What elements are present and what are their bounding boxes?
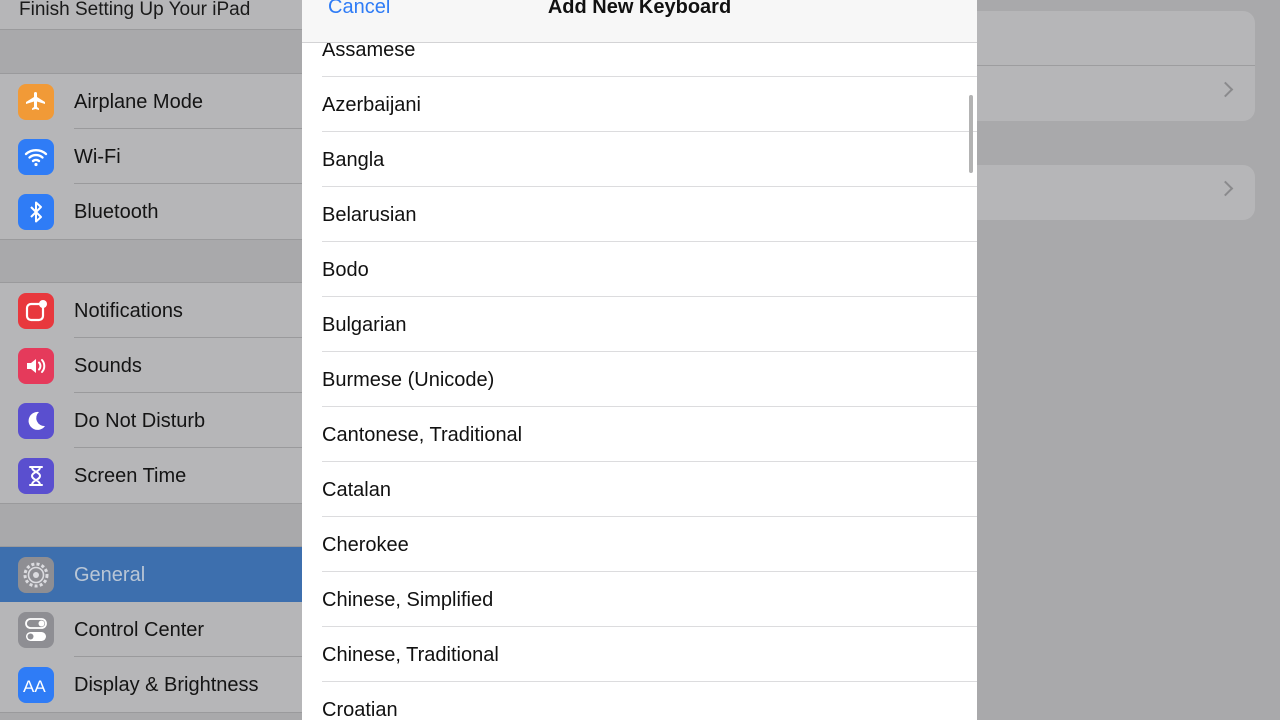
airplane-icon (18, 84, 54, 120)
language-label: Bulgarian (322, 314, 407, 336)
language-row[interactable]: Bulgarian (302, 297, 977, 352)
sounds-icon (18, 348, 54, 384)
chevron-right-icon (1217, 180, 1234, 197)
sidebar-item-general[interactable]: General (0, 547, 302, 602)
language-row[interactable]: Cherokee (302, 517, 977, 572)
language-label: Bodo (322, 259, 369, 281)
sidebar-item-do-not-disturb[interactable]: Do Not Disturb (0, 393, 302, 448)
sidebar-item-control-center[interactable]: Control Center (0, 602, 302, 657)
sidebar-item-bluetooth[interactable]: Bluetooth (0, 184, 302, 239)
detail-row[interactable] (977, 11, 1255, 66)
language-label: Burmese (Unicode) (322, 369, 495, 391)
language-row[interactable]: Burmese (Unicode) (302, 352, 977, 407)
language-row[interactable]: Catalan (302, 462, 977, 517)
sidebar-item-wi-fi[interactable]: Wi-Fi (0, 129, 302, 184)
sidebar-item-label: General (74, 564, 146, 586)
sidebar-group: General Control Center AA Display & Brightn… (0, 546, 302, 713)
language-label: Belarusian (322, 204, 417, 226)
language-row[interactable]: Azerbaijani (302, 77, 977, 132)
language-label: Azerbaijani (322, 94, 421, 116)
language-row[interactable]: Croatian (302, 682, 977, 720)
sidebar-item-label: Display & Brightness (74, 674, 259, 696)
language-row[interactable]: Bodo (302, 242, 977, 297)
detail-row[interactable] (977, 165, 1255, 220)
detail-row[interactable] (977, 66, 1255, 121)
sidebar-item-label: Screen Time (74, 465, 187, 487)
language-row[interactable]: Bangla (302, 132, 977, 187)
chevron-right-icon (1217, 81, 1234, 98)
language-row[interactable]: Chinese, Traditional (302, 627, 977, 682)
moon-icon (18, 403, 54, 439)
bluetooth-icon (18, 194, 54, 230)
sidebar-item-label: Bluetooth (74, 201, 159, 223)
detail-card-bottom (977, 165, 1255, 220)
text-size-icon: AA (18, 667, 54, 703)
language-row[interactable]: Chinese, Simplified (302, 572, 977, 627)
language-label: Bangla (322, 149, 385, 171)
modal-title: Add New Keyboard (547, 0, 732, 18)
sidebar-item-sounds[interactable]: Sounds (0, 338, 302, 393)
detail-pane (977, 0, 1280, 720)
gear-icon (18, 557, 54, 593)
sidebar-item-display-brightness[interactable]: AA Display & Brightness (0, 657, 302, 712)
language-label: Catalan (322, 479, 391, 501)
scrollbar[interactable] (969, 95, 973, 173)
add-keyboard-modal: Assamese Azerbaijani Bangla Belarusian Bodo B… (302, 0, 977, 720)
sidebar-item-notifications[interactable]: Notifications (0, 283, 302, 338)
language-list: Assamese Azerbaijani Bangla Belarusian Bodo B… (302, 22, 977, 720)
sidebar-group: Notifications Sounds Do Not Disturb Screen … (0, 282, 302, 504)
sidebar-item-screen-time[interactable]: Screen Time (0, 448, 302, 503)
language-label: Chinese, Traditional (322, 644, 499, 666)
detail-card-top (977, 11, 1255, 121)
sidebar-item-label: Wi-Fi (74, 146, 121, 168)
notifications-icon (18, 293, 54, 329)
sidebar-item-label: Control Center (74, 619, 205, 641)
toggles-icon (18, 612, 54, 648)
hourglass-icon (18, 458, 54, 494)
language-row[interactable]: Cantonese, Traditional (302, 407, 977, 462)
modal-nav-bar: Cancel Add New Keyboard (302, 0, 977, 43)
finish-setup-label: Finish Setting Up Your iPad (19, 0, 251, 20)
sidebar-item-label: Airplane Mode (74, 91, 203, 113)
language-label: Cantonese, Traditional (322, 424, 523, 446)
sidebar-item-label: Do Not Disturb (74, 410, 206, 432)
sidebar-item-airplane-mode[interactable]: Airplane Mode (0, 74, 302, 129)
sidebar-group: Airplane Mode Wi-Fi Bluetooth (0, 73, 302, 240)
svg-text:AA: AA (23, 677, 46, 696)
finish-setup-row[interactable]: Finish Setting Up Your iPad (0, 0, 302, 30)
sidebar-item-label: Sounds (74, 355, 142, 377)
language-row[interactable]: Belarusian (302, 187, 977, 242)
settings-sidebar: Finish Setting Up Your iPad Airplane Mod… (0, 0, 302, 720)
sidebar-item-label: Notifications (74, 300, 183, 322)
wifi-icon (18, 139, 54, 175)
language-label: Croatian (322, 699, 398, 720)
language-label: Cherokee (322, 534, 409, 556)
language-label: Chinese, Simplified (322, 589, 494, 611)
